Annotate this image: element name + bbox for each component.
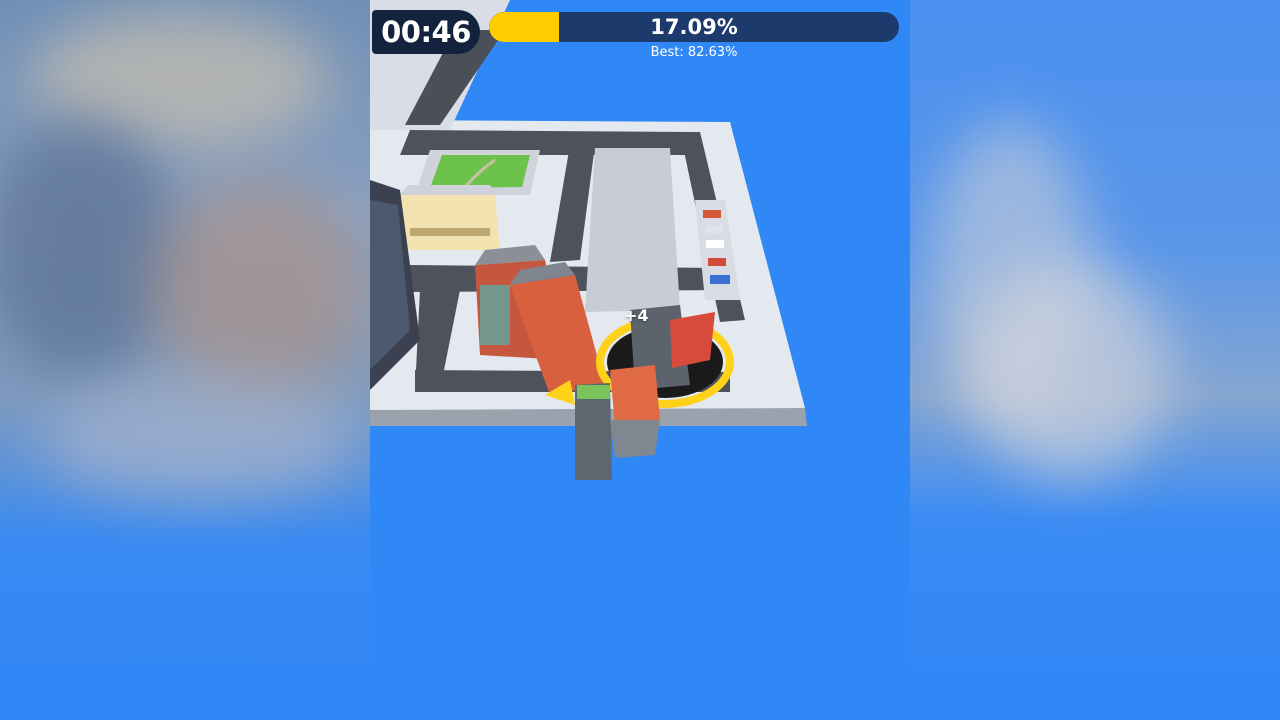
timer-panel: 00:46 <box>372 10 480 54</box>
car <box>705 225 723 233</box>
car <box>703 210 721 218</box>
score-popup: +4 <box>624 306 649 325</box>
falling-roof <box>610 365 660 425</box>
red-block <box>670 312 715 368</box>
car <box>708 258 726 266</box>
blurred-background-left <box>0 0 370 720</box>
game-viewport[interactable]: +4 <box>370 0 910 720</box>
blurred-background-right <box>910 0 1280 720</box>
teal-facade <box>480 285 510 345</box>
cream-building-windows <box>410 228 490 236</box>
city-scene <box>370 0 807 480</box>
timer-text: 00:46 <box>381 15 471 49</box>
best-score-label: Best: 82.63% <box>650 45 738 60</box>
falling-block <box>610 420 660 458</box>
progress-bar: 17.09% <box>489 12 899 42</box>
falling-tower-top <box>577 385 610 399</box>
car <box>706 240 724 248</box>
car <box>710 275 730 284</box>
progress-percentage: 17.09% <box>650 15 738 39</box>
plaza <box>585 148 680 312</box>
cream-building-roof <box>400 185 495 195</box>
cream-building <box>398 195 500 250</box>
